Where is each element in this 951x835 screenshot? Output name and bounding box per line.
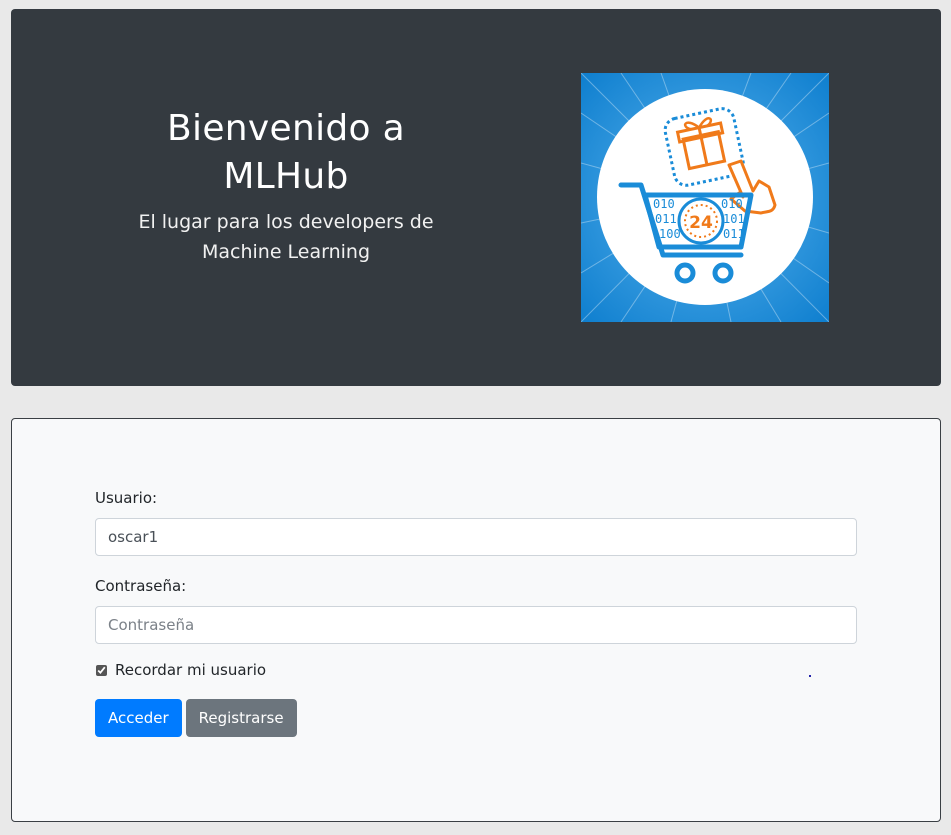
username-label: Usuario: — [95, 489, 158, 507]
svg-text:010: 010 — [653, 197, 675, 211]
svg-text:010: 010 — [721, 197, 743, 211]
login-card: Usuario: Contraseña: Recordar mi usuario… — [11, 418, 941, 822]
remember-label: Recordar mi usuario — [115, 661, 267, 679]
username-input[interactable] — [95, 518, 857, 556]
svg-text:011: 011 — [723, 227, 745, 241]
remember-row: Recordar mi usuario — [95, 659, 857, 681]
svg-text:101: 101 — [723, 212, 745, 226]
stray-dot — [809, 675, 811, 677]
login-button[interactable]: Acceder — [95, 699, 182, 737]
register-button[interactable]: Registrarse — [185, 699, 297, 737]
login-form: Usuario: Contraseña: Recordar mi usuario… — [95, 489, 857, 737]
hero-title: Bienvenido a MLHub — [167, 108, 405, 197]
button-row: Acceder Registrarse — [95, 699, 857, 737]
shopping-cart-24h-icon: 010 010 011 101 100 011 24 — [581, 73, 829, 322]
logo-24-text: 24 — [689, 213, 713, 233]
password-label: Contraseña: — [95, 577, 187, 595]
hero-banner: Bienvenido a MLHub El lugar para los dev… — [11, 9, 941, 386]
password-group: Contraseña: — [95, 577, 857, 644]
username-group: Usuario: — [95, 489, 857, 556]
password-input[interactable] — [95, 606, 857, 644]
hero-text: Bienvenido a MLHub El lugar para los dev… — [111, 105, 461, 267]
svg-text:100: 100 — [659, 227, 681, 241]
svg-text:011: 011 — [655, 212, 677, 226]
hero-subtitle: El lugar para los developers de Machine … — [138, 211, 434, 263]
remember-checkbox[interactable] — [96, 664, 107, 676]
